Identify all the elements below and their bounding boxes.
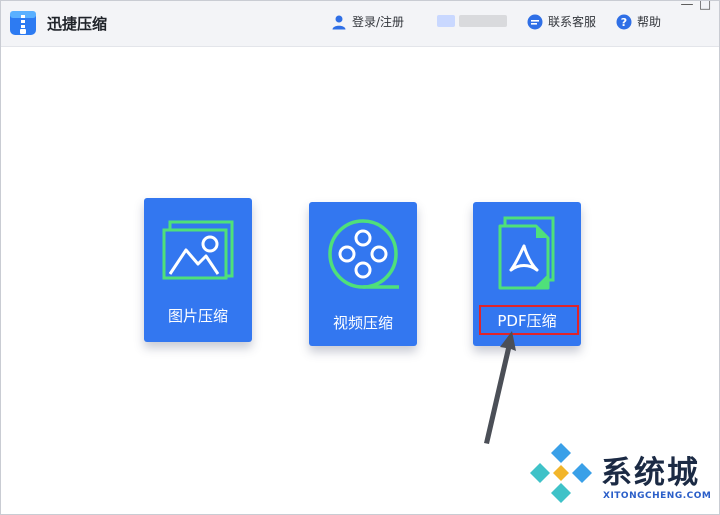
contact-service-button[interactable]: 联系客服 [527, 13, 596, 30]
window-controls: — □ [677, 1, 713, 11]
chat-icon [527, 14, 543, 29]
pdf-document-icon [498, 216, 555, 290]
image-icon [162, 220, 234, 280]
watermark-title: 系统城 [601, 455, 700, 491]
login-register-label: 登录/注册 [352, 15, 405, 29]
video-compress-label: 视频压缩 [332, 314, 393, 332]
video-compress-card[interactable]: 视频压缩 [309, 202, 417, 346]
contact-service-label: 联系客服 [548, 15, 597, 29]
image-compress-label: 图片压缩 [167, 307, 228, 325]
minimize-button[interactable]: — [679, 1, 695, 11]
maximize-button[interactable]: □ [697, 1, 713, 11]
app-window: 迅捷压缩 登录/注册 联系客服 ? 帮助 — □ 图片压缩 视频压缩 PDF压缩… [0, 0, 720, 515]
user-icon [332, 15, 346, 29]
pointer-arrow-icon [484, 331, 516, 444]
image-compress-card[interactable]: 图片压缩 [144, 198, 252, 342]
watermark-subtitle: XITONGCHENG.COM [603, 491, 712, 501]
login-register-button[interactable]: 登录/注册 [331, 13, 404, 30]
svg-text:?: ? [621, 16, 627, 29]
help-button[interactable]: ? 帮助 [616, 13, 661, 30]
title-bar: 迅捷压缩 登录/注册 联系客服 ? 帮助 — □ [1, 1, 719, 47]
app-title: 迅捷压缩 [47, 15, 108, 33]
help-label: 帮助 [637, 15, 662, 29]
user-info-blurred [437, 15, 507, 27]
watermark-logo-icon [530, 443, 592, 503]
app-logo-icon [10, 11, 36, 35]
help-icon: ? [616, 14, 632, 29]
film-reel-icon [328, 219, 399, 289]
